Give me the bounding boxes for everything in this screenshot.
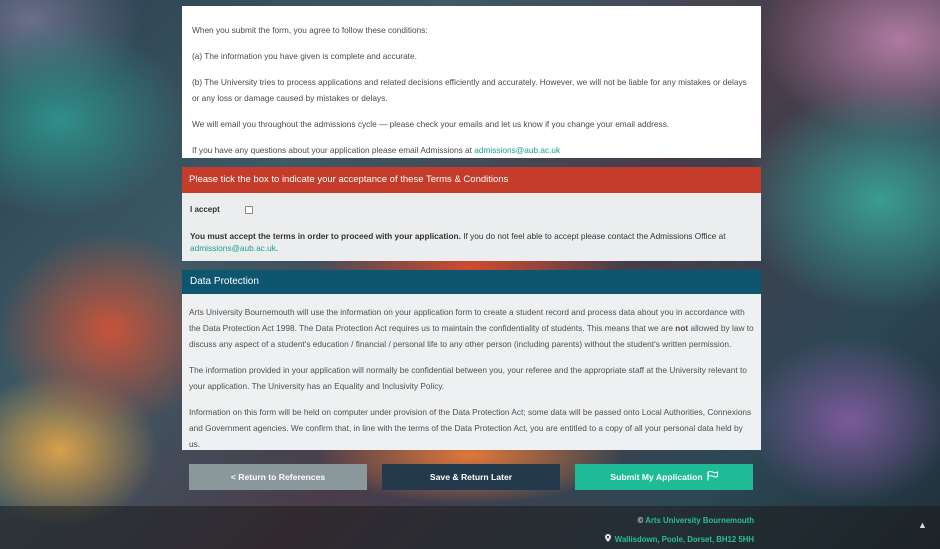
acceptance-note-text: If you do not feel able to accept please… (460, 231, 726, 241)
data-protection-p1-bold: not (675, 323, 689, 333)
save-and-return-later-button[interactable]: Save & Return Later (382, 464, 560, 490)
footer: © Arts University Bournemouth Wallisdown,… (0, 506, 940, 549)
acceptance-note-bold: You must accept the terms in order to pr… (190, 231, 461, 241)
terms-condition-a: (a) The information you have given is co… (192, 51, 417, 61)
submit-button-label: Submit My Application (610, 472, 703, 482)
map-marker-icon (604, 534, 613, 544)
footer-address: Wallisdown, Poole, Dorset, BH12 5HH (604, 534, 754, 544)
terms-email-notice: We will email you throughout the admissi… (192, 119, 670, 129)
terms-panel: When you submit the form, you agree to f… (182, 6, 761, 158)
acceptance-note: You must accept the terms in order to pr… (190, 230, 753, 254)
admissions-office-email-link[interactable]: admissions@aub.ac.uk (190, 243, 276, 253)
footer-org-name: Arts University Bournemouth (645, 516, 754, 525)
terms-questions: If you have any questions about your app… (192, 142, 751, 158)
submit-application-button[interactable]: Submit My Application (575, 464, 753, 490)
flag-icon-svg (707, 470, 718, 480)
data-protection-p2: The information provided in your applica… (189, 365, 747, 391)
acceptance-panel: I accept You must accept the terms in or… (182, 193, 761, 261)
footer-address-text: Wallisdown, Poole, Dorset, BH12 5HH (614, 535, 754, 544)
data-protection-p3: Information on this form will be held on… (189, 407, 752, 449)
copyright-symbol: © (637, 516, 644, 525)
data-protection-heading: Data Protection (182, 270, 761, 294)
data-protection-panel: Arts University Bournemouth will use the… (182, 294, 761, 450)
data-protection-p1-a: Arts University Bournemouth will use the… (189, 307, 745, 333)
return-button-label: < Return to References (230, 472, 326, 482)
terms-intro: When you submit the form, you agree to f… (192, 25, 428, 35)
footer-copyright: © Arts University Bournemouth (638, 516, 755, 525)
acceptance-note-end: . (275, 243, 279, 253)
admissions-email-link[interactable]: admissions@aub.ac.uk (474, 145, 560, 155)
data-protection-p1: Arts University Bournemouth will use the… (189, 304, 754, 352)
accept-row: I accept (190, 205, 753, 214)
terms-questions-text: If you have any questions about your app… (192, 145, 472, 155)
save-button-label: Save & Return Later (429, 472, 513, 482)
acceptance-heading: Please tick the box to indicate your acc… (182, 167, 761, 193)
terms-condition-b: (b) The University tries to process appl… (192, 77, 747, 103)
flag-icon (707, 470, 718, 484)
arrow-up-icon[interactable]: ▲ (918, 520, 927, 530)
accept-checkbox[interactable] (244, 205, 253, 214)
return-to-references-button[interactable]: < Return to References (189, 464, 367, 490)
accept-label: I accept (190, 205, 220, 214)
map-marker-icon-svg (604, 534, 611, 542)
